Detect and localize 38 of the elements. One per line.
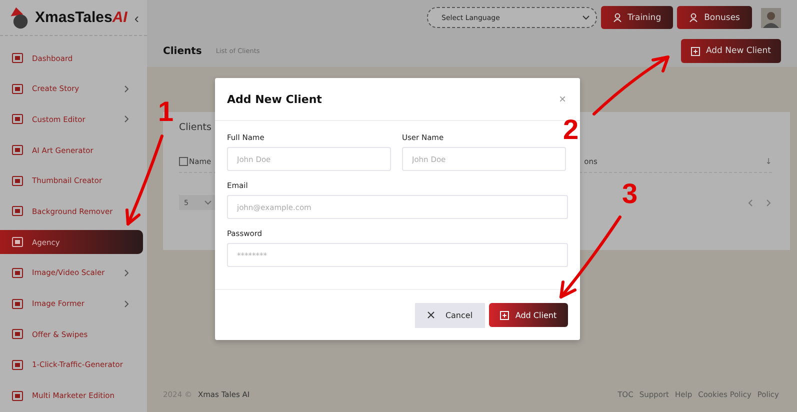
header-button[interactable]: Training xyxy=(600,6,674,29)
collapse-button[interactable]: ‹ xyxy=(132,10,141,26)
avatar[interactable] xyxy=(761,8,781,28)
square-icon xyxy=(12,84,23,94)
square-icon xyxy=(12,268,23,278)
card-title: Clients xyxy=(179,122,212,133)
add-client-button[interactable]: Add Client xyxy=(489,303,568,327)
square-icon xyxy=(12,114,23,124)
square-icon xyxy=(12,145,23,156)
add-client-button[interactable]: Add New Client xyxy=(680,39,781,63)
checkbox[interactable] xyxy=(179,157,188,166)
logo: XmasTalesAI xyxy=(35,9,128,26)
annotation-number: 2 xyxy=(563,116,579,144)
close-icon xyxy=(427,311,436,319)
page-title: Clients xyxy=(163,46,202,56)
square-icon xyxy=(12,360,23,370)
square-icon xyxy=(12,237,23,248)
person-icon xyxy=(612,13,622,22)
square-icon xyxy=(12,329,23,340)
sort-arrow[interactable]: ↓ xyxy=(765,157,772,166)
modal-title: Add New Client xyxy=(227,92,322,106)
plus-square-icon xyxy=(690,46,700,56)
close-button[interactable]: × xyxy=(558,92,566,106)
square-icon xyxy=(12,298,23,308)
previous-icon[interactable] xyxy=(747,198,753,206)
next-icon[interactable] xyxy=(766,198,772,206)
cancel-button[interactable]: Cancel xyxy=(415,302,485,328)
chevron-icon xyxy=(582,15,590,20)
annotation-number: 1 xyxy=(158,98,174,126)
person-icon xyxy=(689,13,698,22)
annotation-number: 3 xyxy=(622,180,638,208)
square-icon xyxy=(12,390,23,401)
plus-square-icon xyxy=(500,310,510,320)
chevron-icon xyxy=(204,200,212,205)
square-icon xyxy=(12,53,23,63)
square-icon xyxy=(12,176,23,186)
square-icon xyxy=(12,206,23,216)
header-button[interactable]: Bonuses xyxy=(677,6,752,29)
